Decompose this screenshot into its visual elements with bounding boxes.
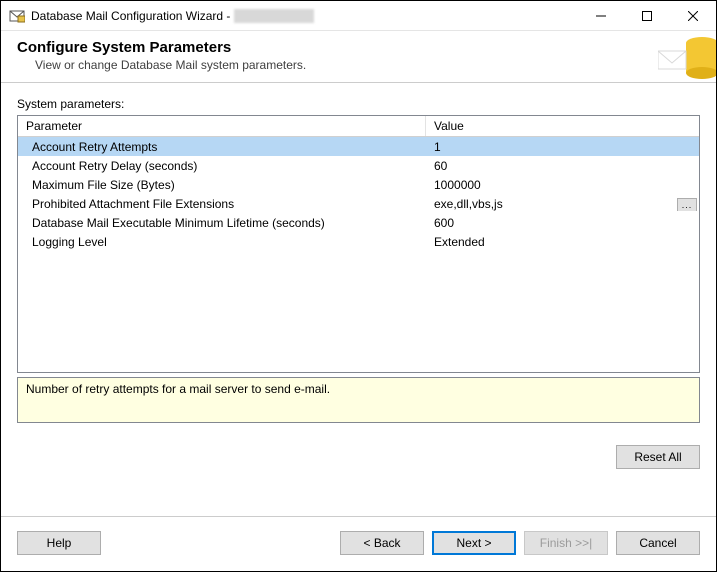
table-row[interactable]: Account Retry Attempts1	[18, 137, 699, 156]
value-cell[interactable]: 1000000	[426, 178, 699, 192]
value-cell[interactable]: 1	[426, 140, 699, 154]
next-button[interactable]: Next >	[432, 531, 516, 555]
parameter-cell: Account Retry Attempts	[18, 140, 426, 154]
value-cell[interactable]: exe,dll,vbs,js...	[426, 197, 699, 211]
value-cell[interactable]: 60	[426, 159, 699, 173]
column-header-parameter[interactable]: Parameter	[18, 116, 426, 136]
back-button[interactable]: < Back	[340, 531, 424, 555]
parameter-cell: Database Mail Executable Minimum Lifetim…	[18, 216, 426, 230]
value-cell[interactable]: Extended	[426, 235, 699, 249]
page-subtitle: View or change Database Mail system para…	[35, 58, 700, 72]
parameter-cell: Maximum File Size (Bytes)	[18, 178, 426, 192]
content-area: System parameters: Parameter Value Accou…	[1, 83, 716, 492]
grid-header: Parameter Value	[18, 116, 699, 137]
reset-all-button[interactable]: Reset All	[616, 445, 700, 469]
wizard-footer: Help < Back Next > Finish >>| Cancel	[1, 517, 716, 571]
window-title-redacted	[234, 9, 314, 23]
ellipsis-button[interactable]: ...	[677, 198, 697, 211]
window-title: Database Mail Configuration Wizard -	[31, 9, 230, 23]
system-parameters-label: System parameters:	[17, 97, 700, 111]
table-row[interactable]: Logging LevelExtended	[18, 232, 699, 251]
table-row[interactable]: Database Mail Executable Minimum Lifetim…	[18, 213, 699, 232]
app-icon	[9, 8, 25, 24]
minimize-button[interactable]	[578, 1, 624, 30]
parameter-cell: Logging Level	[18, 235, 426, 249]
parameter-cell: Account Retry Delay (seconds)	[18, 159, 426, 173]
column-header-value[interactable]: Value	[426, 116, 699, 136]
table-row[interactable]: Maximum File Size (Bytes)1000000	[18, 175, 699, 194]
window-controls	[578, 1, 716, 30]
table-row[interactable]: Prohibited Attachment File Extensionsexe…	[18, 194, 699, 213]
close-button[interactable]	[670, 1, 716, 30]
parameter-cell: Prohibited Attachment File Extensions	[18, 197, 426, 211]
cancel-button[interactable]: Cancel	[616, 531, 700, 555]
maximize-button[interactable]	[624, 1, 670, 30]
wizard-window: Database Mail Configuration Wizard - Con…	[0, 0, 717, 572]
wizard-header: Configure System Parameters View or chan…	[1, 31, 716, 83]
help-button[interactable]: Help	[17, 531, 101, 555]
finish-button: Finish >>|	[524, 531, 608, 555]
table-row[interactable]: Account Retry Delay (seconds)60	[18, 156, 699, 175]
page-title: Configure System Parameters	[17, 39, 700, 56]
titlebar: Database Mail Configuration Wizard -	[1, 1, 716, 31]
value-cell[interactable]: 600	[426, 216, 699, 230]
parameter-description: Number of retry attempts for a mail serv…	[17, 377, 700, 423]
parameters-grid[interactable]: Parameter Value Account Retry Attempts1A…	[17, 115, 700, 373]
grid-body: Account Retry Attempts1Account Retry Del…	[18, 137, 699, 372]
header-graphic	[658, 31, 716, 82]
